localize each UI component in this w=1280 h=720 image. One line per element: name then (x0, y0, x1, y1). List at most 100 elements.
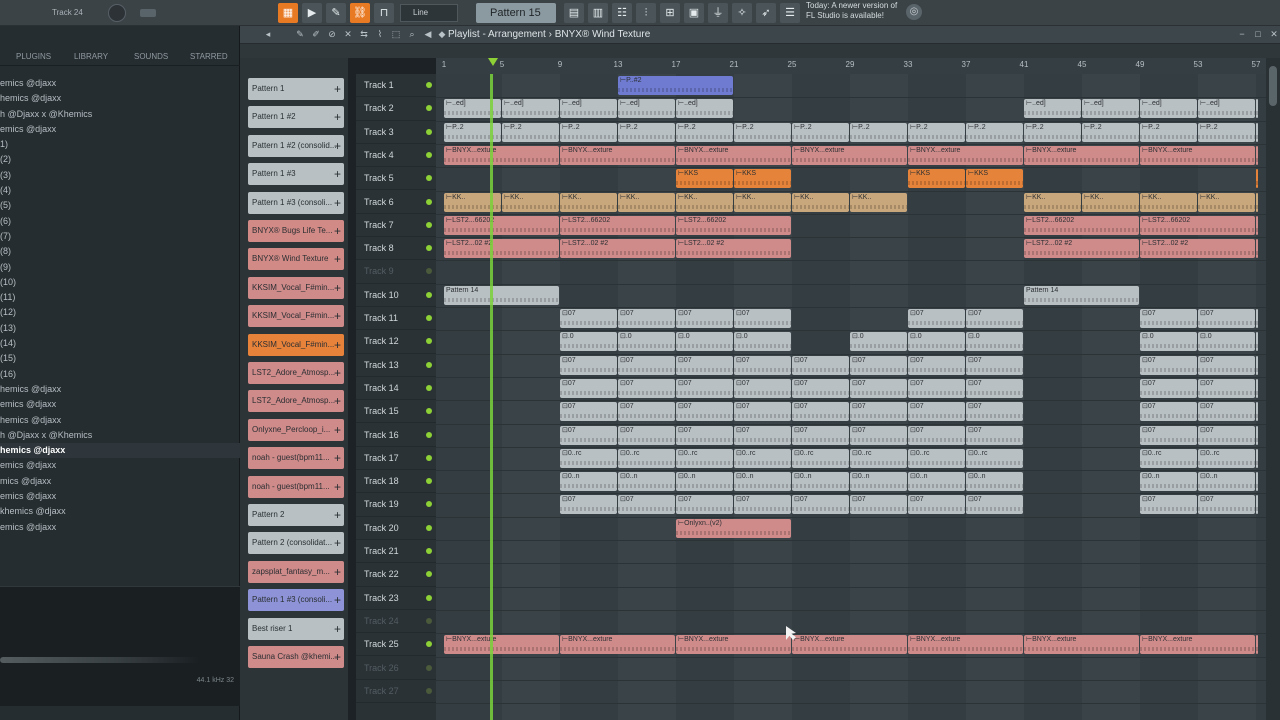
playlist-clip[interactable]: ⊡07 (676, 378, 733, 398)
vertical-scrollbar[interactable] (1266, 58, 1280, 720)
playlist-clip[interactable]: ⊡07 (618, 495, 675, 515)
playlist-clip[interactable]: ⊡07 (792, 378, 849, 398)
draw-icon[interactable]: ✎ (294, 28, 306, 40)
track-mute-led[interactable] (426, 198, 432, 205)
add-icon[interactable]: + (334, 192, 341, 214)
playlist-clip[interactable]: ⊡07 (1198, 402, 1255, 422)
track-header[interactable]: Track 23 (356, 587, 436, 610)
playlist-clip[interactable]: ⊡07 (850, 402, 907, 422)
browser-item[interactable]: (15) (0, 351, 240, 366)
browser-item[interactable]: khemics @djaxx (0, 504, 240, 519)
playlist-clip[interactable]: ⊡07 (1198, 309, 1255, 328)
browser-item[interactable]: (12) (0, 305, 240, 320)
track-mute-led[interactable] (426, 431, 432, 438)
track-header[interactable]: Track 11 (356, 307, 436, 331)
playlist-clip[interactable]: ⊡07 (734, 378, 791, 398)
picker-pattern[interactable]: Pattern 1 #2 + (248, 106, 344, 129)
tab-starred[interactable]: STARRED (190, 52, 228, 61)
playlist-clip[interactable]: ⊡07 (792, 402, 849, 422)
add-icon[interactable]: + (334, 78, 341, 100)
playlist-clip[interactable]: ⊡07 (1256, 378, 1258, 398)
playlist-clip[interactable]: ⊡07 (792, 495, 849, 515)
playlist-clip[interactable]: ⊡07 (908, 425, 965, 445)
update-globe-icon[interactable]: ◎ (906, 4, 922, 20)
add-icon[interactable]: + (334, 334, 341, 356)
playlist-clip[interactable]: ⊡07 (1140, 402, 1197, 422)
playlist-overview-strip[interactable] (240, 44, 1280, 58)
playlist-clip[interactable]: ⊡07 (908, 402, 965, 422)
playlist-clip[interactable]: ⊢P..2 (560, 122, 617, 142)
playlist-clip[interactable]: ⊡.0 (734, 332, 791, 352)
browser-item[interactable]: (3) (0, 168, 240, 183)
arrangement-grid[interactable]: ⊢P..#2⊢P..#2⊢..ed]⊢..ed]⊢..ed]⊢..ed]⊢..e… (436, 74, 1266, 720)
playlist-clip[interactable]: ⊢..ed] (1024, 99, 1081, 119)
playlist-clip[interactable]: ⊡0..rc (792, 448, 849, 468)
master-pitch-slider[interactable] (140, 9, 156, 17)
playlist-clip[interactable]: ⊢BNYX...exture (560, 635, 675, 655)
track-header[interactable]: Track 16 (356, 424, 436, 447)
playlist-clip[interactable]: ⊢LST2...02 #2 (676, 239, 791, 259)
picker-pattern[interactable]: BNYX® Bugs Life Te... + (248, 220, 344, 242)
pattern-selector[interactable]: Pattern 15 (476, 3, 556, 23)
tab-library[interactable]: LIBRARY (74, 52, 108, 61)
tab-plugins[interactable]: PLUGINS (16, 52, 51, 61)
browser-item[interactable]: h @Djaxx x @Khemics (0, 428, 240, 443)
track-mute-led[interactable] (426, 687, 432, 694)
stamp-icon[interactable]: ⊓ (374, 3, 394, 23)
playlist-clip[interactable]: ⊡0..n (560, 472, 617, 492)
add-icon[interactable]: + (334, 220, 341, 242)
playlist-clip[interactable]: ⊢BNYX...exture (1140, 145, 1255, 165)
playlist-clip[interactable]: ⊡0..n (1256, 472, 1258, 492)
track-header[interactable]: Track 9 (356, 260, 436, 284)
playlist-clip[interactable]: ⊡07 (676, 355, 733, 375)
track-header[interactable]: Track 2 (356, 97, 436, 121)
playlist-clip[interactable]: ⊢BNYX...exture (1024, 635, 1139, 655)
playlist-clip[interactable]: ⊡0..n (734, 472, 791, 492)
playlist-clip[interactable]: ⊡07 (560, 355, 617, 375)
playlist-clip[interactable]: ⊡0..n (1140, 472, 1197, 492)
playlist-clip[interactable]: ⊢..ed] (1082, 99, 1139, 119)
picker-pattern[interactable]: Onlyxne_Percloop_i... + (248, 418, 344, 441)
playlist-clip[interactable]: ⊡07 (908, 495, 965, 515)
tools-icon[interactable]: ✧ (732, 3, 752, 23)
browser-item[interactable]: emics @djaxx (0, 122, 240, 137)
track-header[interactable]: Track 26 (356, 657, 436, 680)
playlist-clip[interactable]: ⊡.0 (966, 332, 1023, 352)
browser-item[interactable]: emics @djaxx (0, 397, 240, 412)
playlist-clip[interactable]: ⊢P..2 (1082, 122, 1139, 142)
playlist-clip[interactable]: ⊢KKS (966, 169, 1023, 189)
playlist-clip[interactable]: ⊡.0 (1198, 332, 1255, 352)
link-icon[interactable]: ⛓ (350, 3, 370, 23)
add-icon[interactable]: + (334, 476, 341, 498)
add-icon[interactable]: + (334, 419, 341, 441)
playlist-clip[interactable]: ⊢..ed] (676, 99, 733, 119)
track-header[interactable]: Track 20 (356, 517, 436, 540)
playlist-clip[interactable]: ⊡0..n (850, 472, 907, 492)
playlist-clip[interactable]: ⊡07 (1198, 425, 1255, 445)
playlist-clip[interactable]: ⊢P..#2 (618, 76, 733, 95)
playlist-clip[interactable]: ⊢KK.. (502, 192, 559, 212)
playlist-clip[interactable]: ⊢KKS (734, 169, 791, 189)
track-header[interactable]: Track 17 (356, 447, 436, 471)
browser-item[interactable]: h @Djaxx x @Khemics (0, 107, 240, 122)
browser-item[interactable]: (2) (0, 152, 240, 167)
track-header[interactable]: Track 6 (356, 191, 436, 214)
playlist-clip[interactable]: ⊡07 (618, 309, 675, 328)
playlist-clip[interactable]: ⊡07 (850, 378, 907, 398)
add-icon[interactable]: + (334, 532, 341, 554)
playlist-clip[interactable]: ⊡0..rc (1256, 448, 1258, 468)
playlist-clip[interactable]: ⊢P..2 (966, 122, 1023, 142)
playlist-clip[interactable]: ⊢LST2...66202 (560, 215, 675, 235)
picker-pattern[interactable]: Best riser 1 + (248, 617, 344, 640)
picker-pattern[interactable]: Sauna Crash @khemi... + (248, 646, 344, 668)
add-icon[interactable]: + (334, 106, 341, 128)
track-mute-led[interactable] (426, 524, 432, 531)
playlist-clip[interactable]: ⊡07 (1256, 402, 1258, 422)
playlist-clip[interactable]: ⊢BNYX...exture (676, 635, 791, 655)
playlist-clip[interactable]: ⊡.0 (1140, 332, 1197, 352)
browser-item[interactable]: (8) (0, 244, 240, 259)
playlist-clip[interactable]: ⊡07 (676, 495, 733, 515)
playlist-clip[interactable]: ⊡07 (676, 309, 733, 328)
track-header[interactable]: Track 13 (356, 354, 436, 377)
browser-item[interactable]: emics @djaxx (0, 458, 240, 473)
